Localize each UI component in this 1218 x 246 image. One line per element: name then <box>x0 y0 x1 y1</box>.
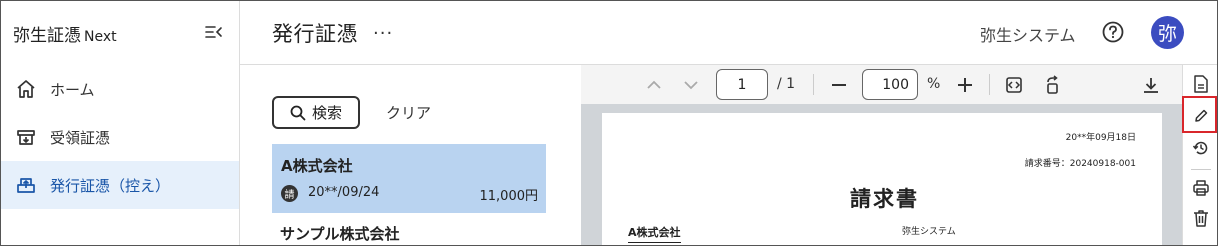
home-icon <box>15 78 37 100</box>
zoom-out-icon[interactable] <box>828 65 850 104</box>
sidebar-item-label: ホーム <box>50 80 95 99</box>
document-info-icon[interactable] <box>1190 73 1212 95</box>
page-total: / 1 <box>777 76 796 92</box>
document-issuer: 弥生システム <box>902 227 956 237</box>
pdf-viewer: 1 / 1 100 % 20**年09月18日 請求番号：20240918-00… <box>581 65 1182 245</box>
list-item-amount: 11,000円 <box>479 189 539 204</box>
list-item[interactable]: A株式会社 請 20**/09/24 11,000円 <box>272 144 546 213</box>
next-page-icon[interactable] <box>680 65 702 104</box>
document-page: 20**年09月18日 請求番号：20240918-001 請求書 A株式会社 … <box>602 113 1162 245</box>
fit-width-icon[interactable] <box>1003 65 1025 104</box>
trash-icon[interactable] <box>1190 207 1212 229</box>
clear-button[interactable]: クリア <box>386 102 431 123</box>
zoom-percent-label: % <box>927 76 941 92</box>
rotate-icon[interactable] <box>1042 65 1064 104</box>
sidebar-item-home[interactable]: ホーム <box>1 65 239 113</box>
zoom-in-icon[interactable] <box>954 65 976 104</box>
company-name: 弥生システム <box>980 26 1076 45</box>
search-button[interactable]: 検索 <box>272 96 360 129</box>
sidebar-item-label: 発行証憑（控え） <box>50 176 171 195</box>
zoom-input[interactable]: 100 <box>862 69 918 100</box>
toolbar-divider <box>813 74 814 95</box>
sidebar-item-label: 受領証憑 <box>50 128 111 147</box>
brand-name: 弥生証憑 <box>13 26 81 46</box>
list-item[interactable]: サンプル株式会社 <box>280 223 400 244</box>
brand-sub: Next <box>84 29 117 45</box>
issue-icon <box>15 174 37 196</box>
rail-divider <box>1191 169 1211 170</box>
list-item-name: A株式会社 <box>281 157 353 175</box>
invoice-type-badge: 請 <box>281 185 298 202</box>
more-options-button[interactable]: ··· <box>373 23 393 44</box>
document-number: 請求番号：20240918-001 <box>1024 159 1136 169</box>
list-item-date: 20**/09/24 <box>308 185 380 200</box>
toolbar-divider <box>989 74 990 95</box>
download-icon[interactable] <box>1140 65 1162 104</box>
collapse-sidebar-icon[interactable] <box>204 23 224 41</box>
header: 発行証憑 ··· 弥生システム 弥 <box>240 1 1217 65</box>
document-recipient: A株式会社 <box>628 224 681 243</box>
help-icon[interactable] <box>1102 21 1124 43</box>
search-icon <box>290 105 306 120</box>
page-number-input[interactable]: 1 <box>716 69 768 100</box>
sidebar-item-issued[interactable]: 発行証憑（控え） <box>1 161 239 209</box>
page-title: 発行証憑 <box>272 22 358 46</box>
viewer-toolbar: 1 / 1 100 % <box>581 65 1182 104</box>
document-title: 請求書 <box>850 187 919 211</box>
previous-page-icon[interactable] <box>643 65 665 104</box>
receive-icon <box>15 126 37 148</box>
right-tool-rail <box>1182 65 1217 245</box>
print-icon[interactable] <box>1190 177 1212 199</box>
app-logo[interactable]: 弥生証憑 Next <box>13 21 117 46</box>
document-list-pane: 検索 クリア A株式会社 請 20**/09/24 11,000円 サンプル株式… <box>240 65 581 245</box>
history-icon[interactable] <box>1190 137 1212 159</box>
document-date: 20**年09月18日 <box>1065 133 1136 143</box>
app-window: 弥生証憑 Next ホーム 受領証憑 発行証憑（控え） 発行証憑 ··· 弥生シ… <box>0 0 1218 246</box>
avatar[interactable]: 弥 <box>1151 16 1184 49</box>
highlight-box <box>1182 96 1217 133</box>
sidebar-nav: ホーム 受領証憑 発行証憑（控え） <box>1 65 239 209</box>
sidebar-item-received[interactable]: 受領証憑 <box>1 113 239 161</box>
search-label: 検索 <box>311 104 342 122</box>
sidebar: 弥生証憑 Next ホーム 受領証憑 発行証憑（控え） <box>1 1 240 245</box>
